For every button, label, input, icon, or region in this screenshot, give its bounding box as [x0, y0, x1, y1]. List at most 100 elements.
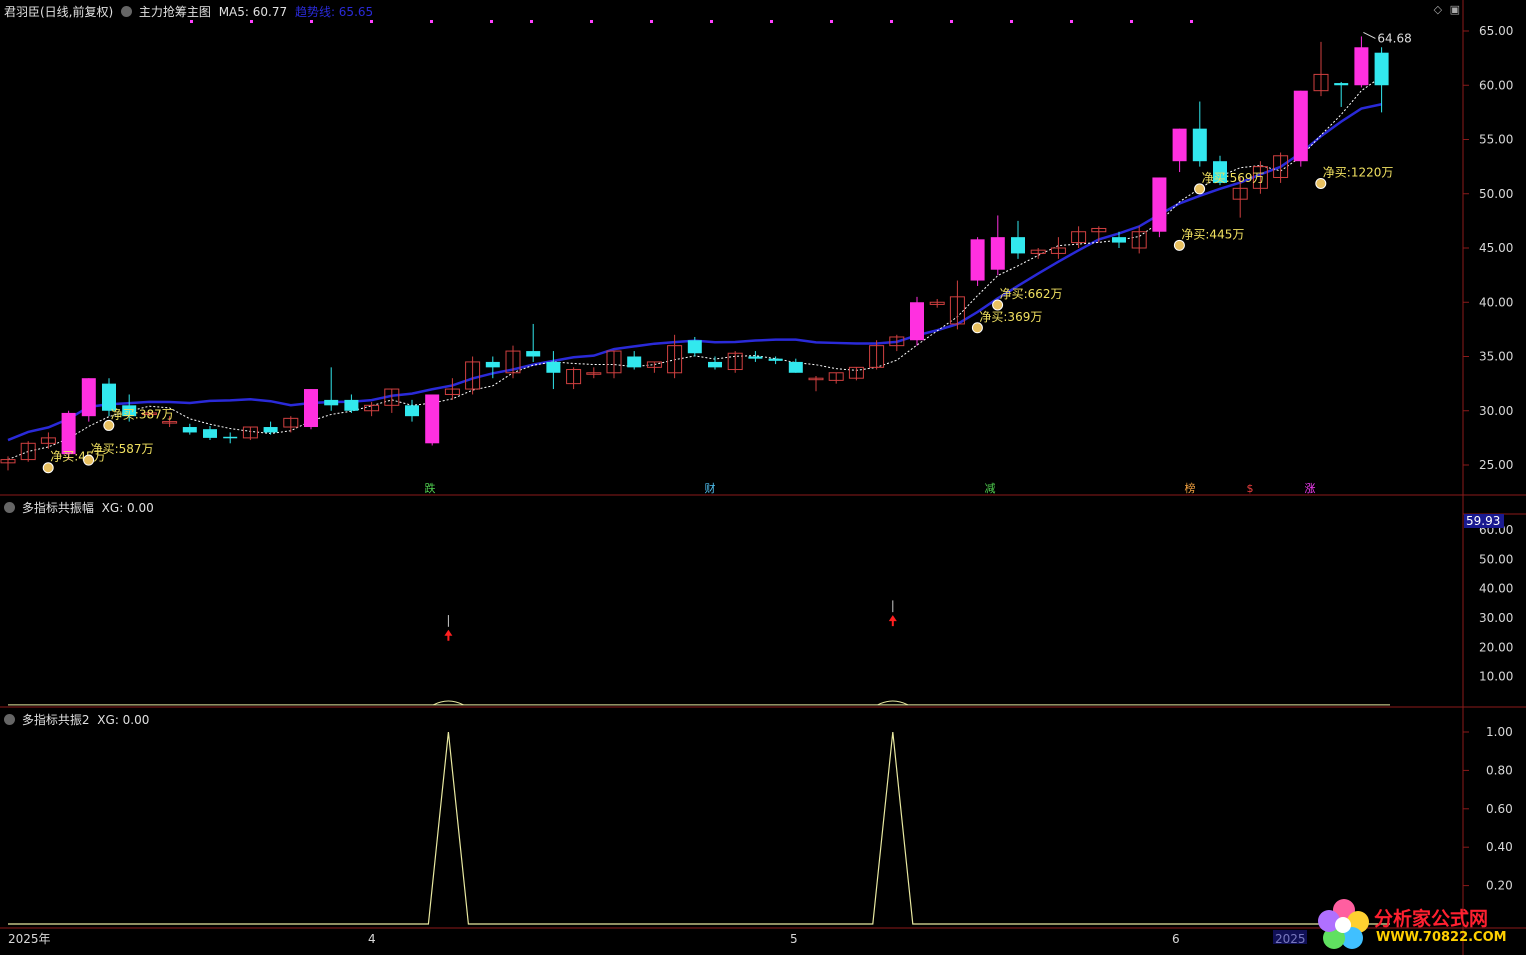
- event-marker: 涨: [1305, 482, 1316, 495]
- candle-body: [304, 389, 318, 428]
- amplitude-bump: [433, 700, 464, 706]
- price-tick-label: 25.00: [1479, 458, 1513, 472]
- money-bag-icon: [971, 322, 983, 334]
- candle-body: [748, 356, 763, 359]
- main-chart-group: 净买:45万净买:587万净买:387万净买:369万净买:662万净买:445…: [0, 20, 1412, 495]
- event-marker: 跌: [425, 481, 436, 495]
- res-tick-label: 0.20: [1486, 879, 1513, 893]
- price-tick-label: 55.00: [1479, 133, 1513, 147]
- chart-window[interactable]: 净买:45万 净买:587万 净买:387万 净买:369万 净买:662万 净买:445…: [0, 0, 1526, 955]
- square-icon[interactable]: ▣: [1450, 3, 1460, 16]
- candle-body: [1152, 177, 1167, 232]
- net-buy-label: 净买:569万: [1202, 171, 1265, 185]
- logo-brand: 分析家公式网: [1374, 908, 1489, 930]
- candle-body: [1172, 128, 1187, 162]
- money-bag-icon: [83, 454, 95, 466]
- resonance-line: [8, 731, 1390, 925]
- date-tick-label: 2025年: [8, 932, 51, 946]
- res-tick-label: 0.60: [1486, 802, 1513, 816]
- net-buy-label: 净买:1220万: [1323, 165, 1394, 179]
- panel2-xg: XG: 0.00: [101, 501, 154, 515]
- top-event-dot: [310, 20, 313, 23]
- candle-body: [768, 358, 783, 361]
- window-controls: ◇ ▣: [1434, 3, 1460, 16]
- candle-body: [1112, 237, 1126, 243]
- top-event-dot: [1190, 20, 1193, 23]
- res-tick-label: 0.40: [1486, 840, 1513, 854]
- candle-body: [223, 436, 238, 439]
- amp-tick-label: 20.00: [1479, 640, 1513, 654]
- candle-body: [344, 399, 359, 411]
- candle-body: [203, 429, 217, 438]
- top-event-dot: [710, 20, 713, 23]
- net-buy-label: 净买:369万: [979, 310, 1042, 324]
- price-tick-label: 65.00: [1479, 24, 1513, 38]
- candle-body: [485, 361, 500, 368]
- panel2-header: 多指标共振幅 XG: 0.00: [4, 499, 154, 516]
- candle-body: [1354, 47, 1369, 86]
- top-event-dot: [590, 20, 593, 23]
- money-bag-icon: [992, 299, 1004, 311]
- price-tick-label: 30.00: [1479, 404, 1513, 418]
- panel3-header: 多指标共振2 XG: 0.00: [4, 711, 149, 728]
- candle-body: [687, 340, 702, 354]
- diamond-icon[interactable]: ◇: [1434, 3, 1442, 16]
- net-buy-label: 净买:387万: [111, 407, 174, 421]
- top-event-dot: [770, 20, 773, 23]
- candle-body: [263, 427, 278, 433]
- event-marker: 财: [705, 481, 716, 495]
- candle-body: [1374, 52, 1389, 86]
- candle-body: [425, 394, 440, 444]
- money-bag-icon: [1194, 183, 1206, 195]
- money-bag-icon: [42, 462, 54, 474]
- indicator-name[interactable]: 主力抢筹主图: [139, 5, 211, 19]
- event-marker: 减: [985, 482, 996, 495]
- candle-body: [182, 427, 197, 433]
- event-marker: $: [1247, 482, 1254, 495]
- top-event-dot: [830, 20, 833, 23]
- panel3-settings-icon[interactable]: [4, 714, 15, 725]
- red-up-arrow-icon: [888, 615, 897, 627]
- price-high-label: 64.68: [1377, 31, 1411, 45]
- amp-tick-label: 30.00: [1479, 611, 1513, 625]
- panel3-xg: XG: 0.00: [97, 713, 150, 727]
- candle-body: [1011, 237, 1025, 254]
- candle-body: [910, 302, 924, 341]
- net-buy-label: 净买:587万: [91, 442, 154, 456]
- panel2-settings-icon[interactable]: [4, 502, 15, 513]
- top-event-dot: [190, 20, 193, 23]
- main-header: 君羽臣(日线,前复权) 主力抢筹主图 MA5: 60.77 趋势线: 65.65: [4, 3, 373, 20]
- money-bag-icon: [1173, 239, 1185, 251]
- date-tick-label: 4: [368, 932, 376, 946]
- flower-logo-icon: [1318, 899, 1369, 949]
- price-tick-label: 45.00: [1479, 241, 1513, 255]
- top-event-dot: [650, 20, 653, 23]
- price-tick-label: 50.00: [1479, 187, 1513, 201]
- candle-body: [526, 351, 541, 357]
- site-logo: 分析家公式网 WWW.70822.COM: [1314, 896, 1524, 954]
- date-cursor-box: [1273, 930, 1307, 944]
- top-event-dot: [1070, 20, 1073, 23]
- date-tick-label: 6: [1172, 932, 1180, 946]
- top-event-dot: [430, 20, 433, 23]
- candle-body: [81, 378, 96, 417]
- candle-body: [627, 356, 642, 368]
- top-event-dot: [890, 20, 893, 23]
- stock-name[interactable]: 君羽臣(日线,前复权): [4, 5, 113, 19]
- candle-body: [788, 361, 803, 373]
- sub-chart-group: [8, 600, 1390, 925]
- settings-circle-icon[interactable]: [121, 6, 133, 17]
- event-marker: 榜: [1185, 481, 1196, 495]
- panel2-title[interactable]: 多指标共振幅: [22, 501, 94, 515]
- top-event-dot: [1130, 20, 1133, 23]
- stock-chart-svg[interactable]: 净买:45万净买:587万净买:387万净买:369万净买:662万净买:445…: [0, 0, 1526, 955]
- panel3-title[interactable]: 多指标共振2: [22, 713, 90, 727]
- date-tick-label: 5: [790, 932, 798, 946]
- price-tick-label: 40.00: [1479, 295, 1513, 309]
- top-event-dot: [490, 20, 493, 23]
- top-event-dot: [950, 20, 953, 23]
- candle-body: [324, 399, 339, 406]
- candle-body: [1334, 83, 1349, 86]
- price-tick-label: 60.00: [1479, 78, 1513, 92]
- net-buy-label: 净买:662万: [1000, 287, 1063, 301]
